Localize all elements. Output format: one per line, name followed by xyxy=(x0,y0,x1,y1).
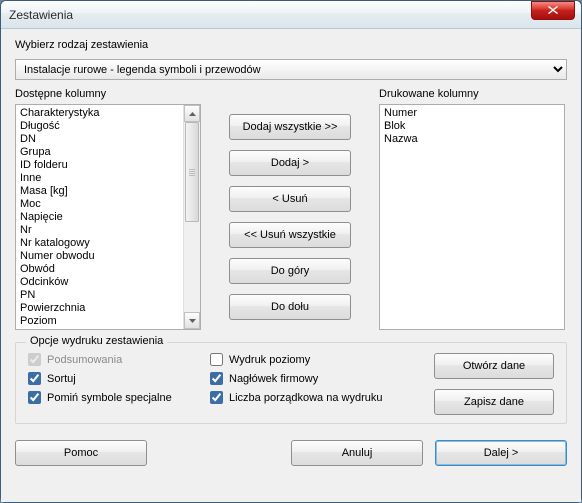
titlebar[interactable]: Zestawienia xyxy=(1,1,581,29)
dialog-footer: Pomoc Anuluj Dalej > xyxy=(15,440,567,466)
list-item[interactable]: DN xyxy=(16,133,183,146)
checkbox-ordinal-on-print-input[interactable] xyxy=(210,391,223,404)
dialog-window: Zestawienia Wybierz rodzaj zestawienia I… xyxy=(0,0,582,503)
checkbox-skip-special-input[interactable] xyxy=(28,391,41,404)
options-col-left: Podsumowania Sortuj Pomiń symbole specja… xyxy=(28,353,202,415)
list-item[interactable]: PN xyxy=(16,289,183,302)
list-item[interactable]: Nr xyxy=(16,224,183,237)
list-item[interactable]: Nazwa xyxy=(380,133,564,146)
close-button[interactable] xyxy=(531,1,575,20)
move-up-button[interactable]: Do góry xyxy=(229,258,351,284)
options-col-right: Wydruk poziomy Nagłówek firmowy Liczba p… xyxy=(210,353,384,415)
checkbox-print-horizontal-label: Wydruk poziomy xyxy=(229,354,310,366)
add-all-button[interactable]: Dodaj wszystkie >> xyxy=(229,114,351,140)
scrollbar[interactable] xyxy=(183,105,200,329)
print-options-legend: Opcje wydruku zestawienia xyxy=(26,335,167,347)
scroll-thumb[interactable] xyxy=(185,122,199,222)
scroll-down-button[interactable] xyxy=(184,312,200,329)
type-dropdown[interactable]: Instalacje rurowe - legenda symboli i pr… xyxy=(15,59,567,80)
printed-column: Drukowane kolumny NumerBlokNazwa xyxy=(379,88,565,330)
scroll-track[interactable] xyxy=(184,122,200,312)
transfer-buttons: Dodaj wszystkie >> Dodaj > < Usuń << Usu… xyxy=(209,88,371,330)
list-item[interactable]: Poziom xyxy=(16,315,183,328)
available-column: Dostępne kolumny CharakterystykaDługośćD… xyxy=(15,88,201,330)
checkbox-summaries-input xyxy=(28,353,41,366)
printed-label: Drukowane kolumny xyxy=(379,88,565,100)
next-button[interactable]: Dalej > xyxy=(435,440,567,466)
checkbox-sort-input[interactable] xyxy=(28,372,41,385)
footer-spacer xyxy=(159,440,279,466)
checkbox-company-header-label: Nagłówek firmowy xyxy=(229,373,318,385)
list-item[interactable]: Grupa xyxy=(16,146,183,159)
window-title: Zestawienia xyxy=(9,8,531,22)
checkbox-print-horizontal-input[interactable] xyxy=(210,353,223,366)
printed-list: NumerBlokNazwa xyxy=(380,105,564,329)
cancel-button[interactable]: Anuluj xyxy=(291,440,423,466)
checkbox-print-horizontal[interactable]: Wydruk poziomy xyxy=(210,353,384,366)
printed-listbox[interactable]: NumerBlokNazwa xyxy=(379,104,565,330)
list-item[interactable]: ID folderu xyxy=(16,159,183,172)
list-item[interactable]: Charakterystyka xyxy=(16,107,183,120)
close-icon xyxy=(548,6,558,14)
checkbox-sort-label: Sortuj xyxy=(47,373,76,385)
list-item[interactable]: Powierzchnia xyxy=(16,302,183,315)
type-select-wrap: Instalacje rurowe - legenda symboli i pr… xyxy=(15,59,567,80)
list-item[interactable]: Moc xyxy=(16,198,183,211)
checkbox-sort[interactable]: Sortuj xyxy=(28,372,202,385)
columns-row: Dostępne kolumny CharakterystykaDługośćD… xyxy=(15,88,567,330)
checkbox-company-header-input[interactable] xyxy=(210,372,223,385)
available-listbox[interactable]: CharakterystykaDługośćDNGrupaID folderuI… xyxy=(15,104,201,330)
help-button[interactable]: Pomoc xyxy=(15,440,147,466)
available-list: CharakterystykaDługośćDNGrupaID folderuI… xyxy=(16,105,183,329)
list-item[interactable]: Odcinków xyxy=(16,276,183,289)
available-label: Dostępne kolumny xyxy=(15,88,201,100)
checkbox-summaries: Podsumowania xyxy=(28,353,202,366)
remove-all-button[interactable]: << Usuń wszystkie xyxy=(229,222,351,248)
checkbox-company-header[interactable]: Nagłówek firmowy xyxy=(210,372,384,385)
print-options-group: Opcje wydruku zestawienia Podsumowania S… xyxy=(15,342,567,424)
list-item[interactable]: Numer obwodu xyxy=(16,250,183,263)
data-buttons-col: Otwórz dane Zapisz dane xyxy=(392,353,554,415)
chevron-up-icon xyxy=(189,112,196,116)
save-data-button[interactable]: Zapisz dane xyxy=(434,389,554,415)
list-item[interactable]: Napięcie xyxy=(16,211,183,224)
open-data-button[interactable]: Otwórz dane xyxy=(434,353,554,379)
list-item[interactable]: Numer xyxy=(380,107,564,120)
move-down-button[interactable]: Do dołu xyxy=(229,294,351,320)
chevron-down-icon xyxy=(189,319,196,323)
list-item[interactable]: Inne xyxy=(16,172,183,185)
checkbox-ordinal-on-print-label: Liczba porządkowa na wydruku xyxy=(229,392,382,404)
list-item[interactable]: Długość xyxy=(16,120,183,133)
checkbox-ordinal-on-print[interactable]: Liczba porządkowa na wydruku xyxy=(210,391,384,404)
list-item[interactable]: Obwód xyxy=(16,263,183,276)
prompt-label: Wybierz rodzaj zestawienia xyxy=(15,39,567,51)
list-item[interactable]: Nr katalogowy xyxy=(16,237,183,250)
checkbox-summaries-label: Podsumowania xyxy=(47,354,122,366)
remove-button[interactable]: < Usuń xyxy=(229,186,351,212)
checkbox-skip-special-label: Pomiń symbole specjalne xyxy=(47,392,172,404)
add-button[interactable]: Dodaj > xyxy=(229,150,351,176)
client-area: Wybierz rodzaj zestawienia Instalacje ru… xyxy=(1,29,581,502)
scroll-up-button[interactable] xyxy=(184,105,200,122)
checkbox-skip-special[interactable]: Pomiń symbole specjalne xyxy=(28,391,202,404)
list-item[interactable]: Blok xyxy=(380,120,564,133)
list-item[interactable]: Masa [kg] xyxy=(16,185,183,198)
